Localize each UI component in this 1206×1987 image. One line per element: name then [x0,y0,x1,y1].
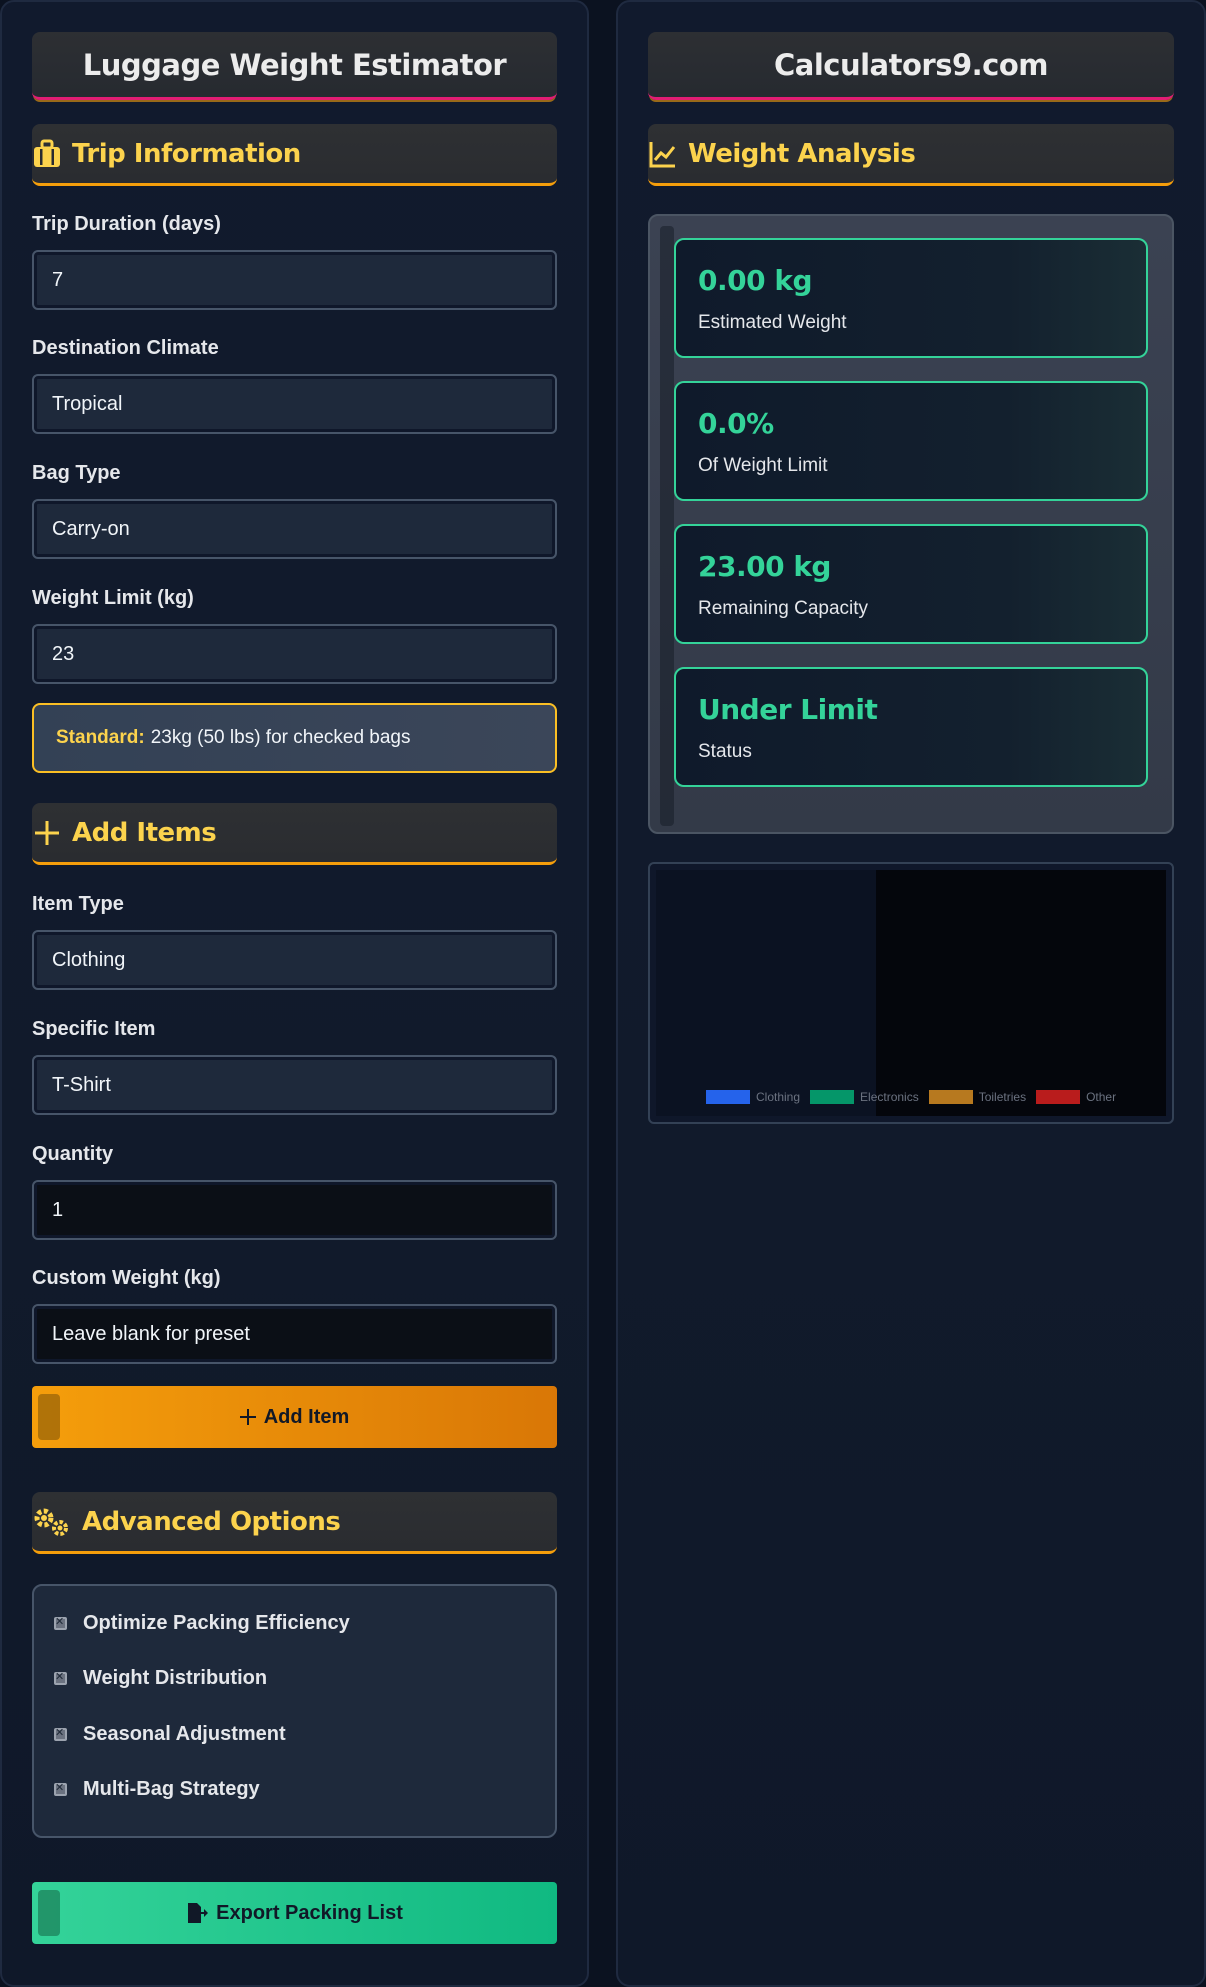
section-title: Weight Analysis [688,138,916,169]
trip-duration-label: Trip Duration (days) [32,213,221,235]
export-file-icon [186,1902,209,1924]
bag-type-select[interactable]: Carry-on [32,499,557,559]
quantity-label: Quantity [32,1143,114,1165]
chart-legend: Clothing Electronics Toiletries Other [706,1090,1116,1104]
suitcase-icon [32,139,62,169]
chart-canvas-shade [656,870,876,1116]
section-title: Add Items [72,817,217,848]
legend-label: Toiletries [978,1090,1027,1104]
specific-item-label: Specific Item [32,1018,156,1040]
checkbox[interactable] [54,1726,67,1741]
quantity-input[interactable]: 1 [32,1180,557,1240]
gears-icon [32,1507,72,1537]
option-label: Optimize Packing Efficiency [83,1612,350,1634]
plus-icon [32,818,62,848]
legend-label: Clothing [756,1090,801,1104]
option-label: Seasonal Adjustment [83,1723,286,1745]
weight-breakdown-chart: Clothing Electronics Toiletries Other [648,862,1174,1124]
legend-swatch [928,1090,973,1104]
section-title: Advanced Options [82,1506,341,1537]
plus-icon [239,1409,256,1425]
destination-climate-select[interactable]: Tropical [32,374,557,434]
section-title: Trip Information [72,138,301,169]
option-label: Multi-Bag Strategy [83,1778,260,1800]
option-optimize-packing[interactable]: Optimize Packing Efficiency [54,1612,350,1635]
app-title-bar: Luggage Weight Estimator [32,32,557,100]
calculator-panel: Luggage Weight Estimator Trip Informatio… [0,0,589,1987]
bag-type-label: Bag Type [32,462,121,484]
analysis-panel: Calculators9.com Weight Analysis 0.00 kg… [616,0,1206,1987]
checkbox[interactable] [54,1670,67,1685]
stat-value: 23.00 kg [698,550,831,583]
info-label: Standard: [56,727,145,748]
trip-duration-input[interactable]: 7 [32,250,557,310]
custom-weight-label: Custom Weight (kg) [32,1267,221,1289]
checkbox[interactable] [54,1781,67,1796]
legend-swatch [706,1090,750,1104]
button-grip [38,1890,60,1936]
legend-label: Electronics [860,1090,919,1104]
legend-item-electronics[interactable]: Electronics [810,1090,919,1104]
app-title: Luggage Weight Estimator [82,47,507,82]
stat-estimated-weight: 0.00 kg Estimated Weight [674,238,1148,358]
option-label: Weight Distribution [83,1667,268,1689]
info-text: 23kg (50 lbs) for checked bags [150,727,411,748]
weight-standard-info: Standard: 23kg (50 lbs) for checked bags [32,703,557,773]
legend-item-toiletries[interactable]: Toiletries [928,1090,1027,1104]
site-title: Calculators9.com [773,47,1049,82]
section-weight-analysis: Weight Analysis [648,124,1174,186]
custom-weight-input[interactable]: Leave blank for preset [32,1304,557,1364]
option-seasonal-adjustment[interactable]: Seasonal Adjustment [54,1723,286,1746]
specific-item-select[interactable]: T-Shirt [32,1055,557,1115]
stat-label: Remaining Capacity [698,598,869,619]
site-title-bar: Calculators9.com [648,32,1174,100]
weight-limit-input[interactable]: 23 [32,624,557,684]
item-type-select[interactable]: Clothing [32,930,557,990]
chart-canvas: Clothing Electronics Toiletries Other [656,870,1166,1116]
scroll-shade [660,226,674,826]
advanced-options-list: Optimize Packing Efficiency Weight Distr… [32,1584,557,1838]
stat-value: 0.00 kg [698,264,813,297]
checkbox[interactable] [54,1615,67,1630]
stat-label: Status [698,741,752,762]
line-chart-icon [648,139,678,169]
stat-remaining-capacity: 23.00 kg Remaining Capacity [674,524,1148,644]
option-multi-bag-strategy[interactable]: Multi-Bag Strategy [54,1778,260,1801]
legend-swatch [810,1090,855,1104]
stat-status: Under Limit Status [674,667,1148,787]
export-packing-list-button[interactable]: Export Packing List [32,1882,557,1944]
section-trip-information: Trip Information [32,124,557,186]
add-item-label: Add Item [263,1405,350,1428]
destination-climate-label: Destination Climate [32,337,219,359]
weight-stats-container: 0.00 kg Estimated Weight 0.0% Of Weight … [648,214,1174,834]
add-item-button[interactable]: Add Item [32,1386,557,1448]
item-type-label: Item Type [32,893,124,915]
stat-value: Under Limit [698,693,878,726]
export-label: Export Packing List [216,1901,403,1924]
section-add-items: Add Items [32,803,557,865]
stat-label: Of Weight Limit [698,455,828,476]
legend-item-clothing[interactable]: Clothing [706,1090,800,1104]
section-advanced-options: Advanced Options [32,1492,557,1554]
stat-label: Estimated Weight [698,312,847,333]
stat-value: 0.0% [698,407,774,440]
legend-swatch [1036,1090,1081,1104]
stat-weight-limit-percent: 0.0% Of Weight Limit [674,381,1148,501]
button-grip [38,1394,60,1440]
option-weight-distribution[interactable]: Weight Distribution [54,1667,267,1690]
legend-label: Other [1086,1090,1117,1104]
weight-limit-label: Weight Limit (kg) [32,587,194,609]
legend-item-other[interactable]: Other [1036,1090,1116,1104]
